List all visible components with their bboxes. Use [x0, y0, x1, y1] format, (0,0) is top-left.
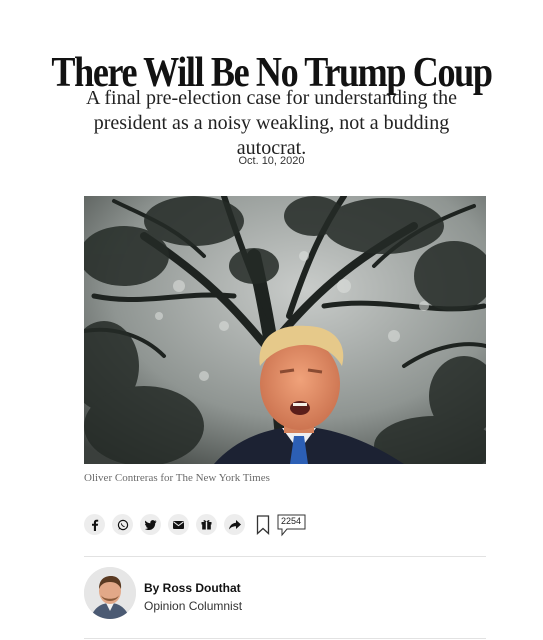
publish-date: Oct. 10, 2020 [238, 155, 305, 167]
save-bookmark-button[interactable] [256, 515, 270, 535]
whatsapp-icon [117, 519, 128, 530]
lead-photo [84, 196, 486, 464]
author-byline[interactable]: By Ross Douthat [144, 581, 241, 595]
share-arrow-icon [228, 519, 241, 529]
author-portrait [84, 567, 136, 619]
gift-article-button[interactable] [196, 514, 217, 535]
section-divider [84, 556, 486, 557]
email-share-button[interactable] [168, 514, 189, 535]
comment-count: 2254 [280, 516, 302, 526]
facebook-icon [91, 519, 98, 531]
email-icon [173, 520, 184, 529]
article-summary: A final pre-election case for understand… [86, 87, 457, 159]
author-avatar[interactable] [84, 567, 136, 619]
image-caption: Oliver Contreras for The New York Times [84, 472, 270, 484]
photo-illustration [84, 196, 486, 464]
more-share-button[interactable] [224, 514, 245, 535]
twitter-icon [144, 519, 156, 530]
facebook-share-button[interactable] [84, 514, 105, 535]
twitter-share-button[interactable] [140, 514, 161, 535]
gift-icon [201, 520, 212, 530]
bottom-divider [84, 638, 486, 639]
author-role: Opinion Columnist [144, 599, 243, 613]
bookmark-icon [256, 515, 270, 535]
whatsapp-share-button[interactable] [112, 514, 133, 535]
comments-button[interactable]: 2254 [277, 514, 307, 538]
